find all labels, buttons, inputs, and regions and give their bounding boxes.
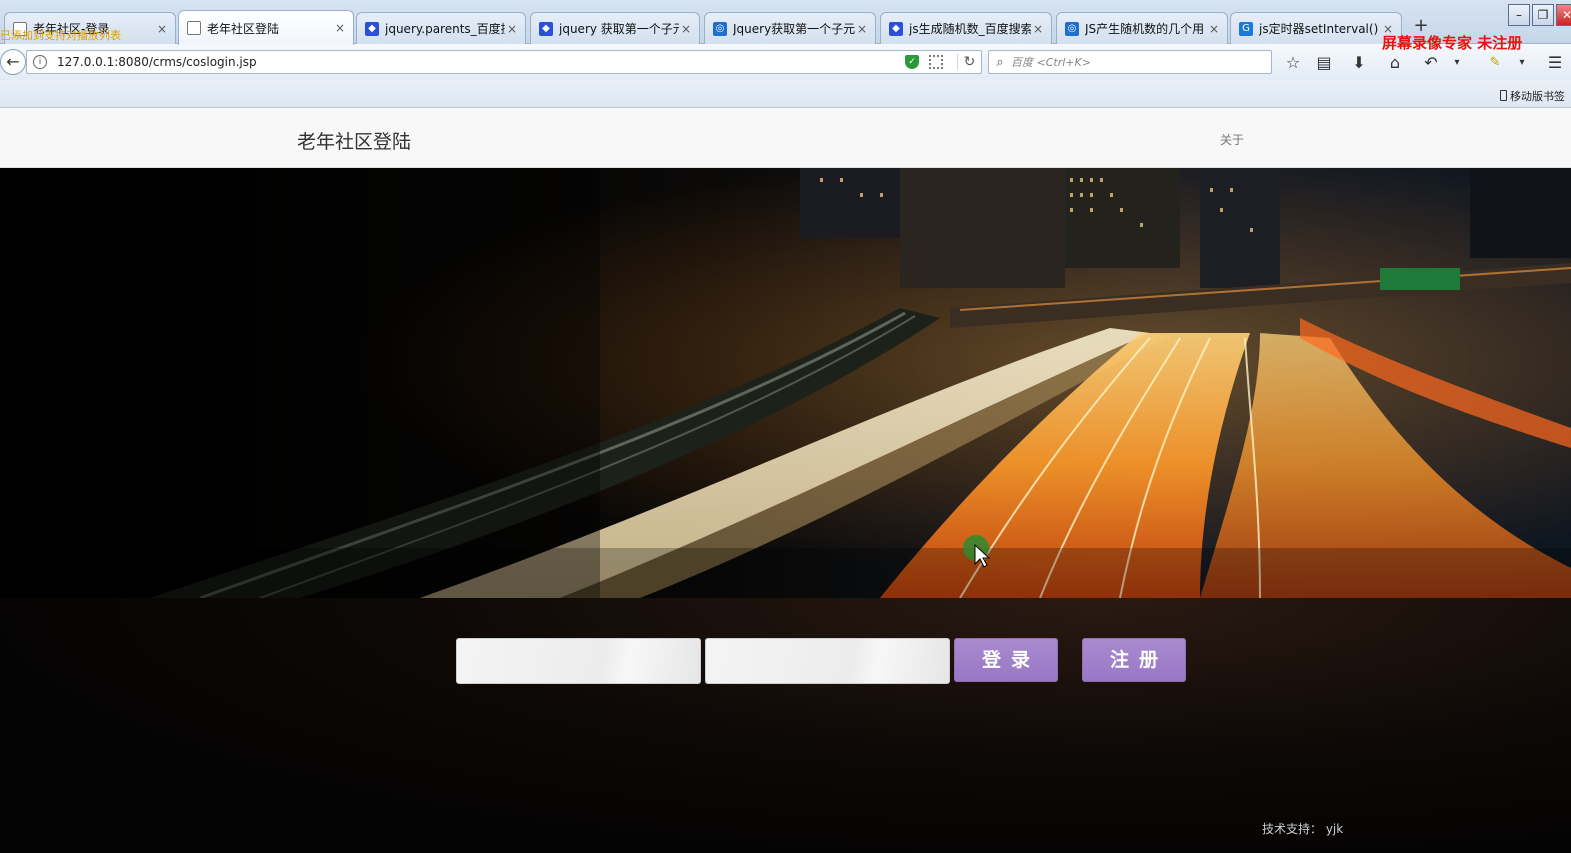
page-viewport: 老年社区登陆 关于 登录 注册 技术支持： yjk bbox=[0, 108, 1571, 853]
mobile-bookmarks-link[interactable]: 移动版书签 bbox=[1500, 88, 1565, 104]
login-form: 登录 注册 bbox=[456, 638, 1196, 684]
browser-tab-8[interactable]: G js定时器setInterval() × bbox=[1230, 12, 1402, 44]
about-link[interactable]: 关于 bbox=[1220, 131, 1244, 148]
close-icon[interactable]: × bbox=[679, 22, 693, 36]
browser-tab-7[interactable]: ◎ JS产生随机数的几个用 × bbox=[1056, 12, 1228, 44]
close-icon[interactable]: × bbox=[1031, 22, 1045, 36]
highway-sign bbox=[1380, 268, 1460, 290]
recorder-watermark-right: 屏幕录像专家 未注册 bbox=[1382, 34, 1523, 52]
url-text[interactable]: 127.0.0.1:8080/crms/coslogin.jsp bbox=[57, 55, 905, 69]
login-area bbox=[0, 598, 1571, 853]
browser-tab-4[interactable]: ◆ jquery 获取第一个子元 × bbox=[530, 12, 700, 44]
reload-icon[interactable]: ↻ bbox=[957, 54, 981, 70]
phone-icon bbox=[1500, 90, 1507, 101]
baidu-icon: ◆ bbox=[365, 21, 379, 36]
recorder-watermark-left: 已添加到支持对播放列表 bbox=[0, 29, 121, 42]
tab-label: 老年社区登陆 bbox=[207, 21, 280, 36]
restore-icon[interactable]: ❐ bbox=[1532, 4, 1554, 26]
browser-tab-2-active[interactable]: 老年社区登陆 × bbox=[178, 10, 354, 45]
tab-label: js定时器setInterval() bbox=[1259, 22, 1379, 36]
page-icon bbox=[187, 21, 201, 35]
minimize-icon[interactable]: – bbox=[1508, 4, 1530, 26]
username-input[interactable] bbox=[456, 638, 701, 684]
bookmarks-bar: 移动版书签 bbox=[0, 80, 1571, 108]
close-icon[interactable]: × bbox=[505, 22, 519, 36]
browser-tab-3[interactable]: ◆ jquery.parents_百度搜 × bbox=[356, 12, 526, 44]
back-arrow-icon[interactable]: ← bbox=[0, 49, 26, 75]
bookmark-star-icon[interactable]: ☆ bbox=[1282, 52, 1304, 74]
close-icon[interactable]: × bbox=[155, 22, 169, 36]
so-icon: ◎ bbox=[713, 21, 727, 36]
search-bar[interactable]: ⌕ 百度 <Ctrl+K> bbox=[988, 50, 1272, 74]
navigation-toolbar: ← i 127.0.0.1:8080/crms/coslogin.jsp ✓ ↻… bbox=[0, 44, 1571, 80]
browser-tab-6[interactable]: ◆ js生成随机数_百度搜索 × bbox=[880, 12, 1052, 44]
extension-icon[interactable]: ✎ bbox=[1484, 52, 1506, 74]
reading-list-icon[interactable]: ▤ bbox=[1313, 52, 1335, 74]
dropdown-arrow-icon[interactable]: ▾ bbox=[1446, 52, 1468, 74]
window-controls: – ❐ ✕ bbox=[1506, 4, 1571, 26]
site-brand[interactable]: 老年社区登陆 bbox=[297, 127, 411, 154]
tab-label: Jquery获取第一个子元 bbox=[733, 22, 855, 36]
baidu-icon: ◆ bbox=[889, 21, 903, 36]
password-input[interactable] bbox=[705, 638, 950, 684]
menu-icon[interactable]: ☰ bbox=[1544, 52, 1566, 74]
close-icon[interactable]: × bbox=[333, 21, 347, 35]
search-icon: ⌕ bbox=[996, 54, 1004, 70]
close-icon[interactable]: × bbox=[855, 22, 869, 36]
browser-tab-5[interactable]: ◎ Jquery获取第一个子元 × bbox=[704, 12, 876, 44]
window-close-icon[interactable]: ✕ bbox=[1556, 4, 1571, 26]
tab-label: jquery 获取第一个子元 bbox=[559, 22, 679, 36]
register-button[interactable]: 注册 bbox=[1082, 638, 1186, 682]
close-icon[interactable]: × bbox=[1207, 22, 1221, 36]
download-icon[interactable]: ⬇ bbox=[1348, 52, 1370, 74]
city-highway-banner bbox=[0, 168, 1571, 598]
undo-icon[interactable]: ↶ bbox=[1420, 52, 1442, 74]
qr-code-icon[interactable] bbox=[929, 55, 943, 69]
baidu-icon: ◆ bbox=[539, 21, 553, 36]
night-highway-image bbox=[0, 168, 1571, 598]
search-placeholder[interactable]: 百度 <Ctrl+K> bbox=[1011, 54, 1091, 70]
dropdown-arrow-icon[interactable]: ▾ bbox=[1511, 52, 1533, 74]
info-icon[interactable]: i bbox=[33, 55, 47, 69]
so-icon: ◎ bbox=[1065, 21, 1079, 36]
site-header: 老年社区登陆 关于 bbox=[0, 108, 1571, 168]
shield-icon[interactable]: ✓ bbox=[905, 55, 919, 69]
browser-tab-strip: 已添加到支持对播放列表 老年社区-登录 × 老年社区登陆 × ◆ jquery.… bbox=[0, 0, 1571, 52]
url-bar[interactable]: i 127.0.0.1:8080/crms/coslogin.jsp ✓ ↻ bbox=[26, 50, 982, 74]
g-icon: G bbox=[1239, 21, 1253, 36]
tech-support-credit: 技术支持： yjk bbox=[1262, 822, 1344, 836]
tab-label: js生成随机数_百度搜索 bbox=[909, 22, 1031, 36]
login-button[interactable]: 登录 bbox=[954, 638, 1058, 682]
tab-label: JS产生随机数的几个用 bbox=[1085, 22, 1205, 36]
home-icon[interactable]: ⌂ bbox=[1384, 52, 1406, 74]
tab-label: jquery.parents_百度搜 bbox=[385, 22, 505, 36]
